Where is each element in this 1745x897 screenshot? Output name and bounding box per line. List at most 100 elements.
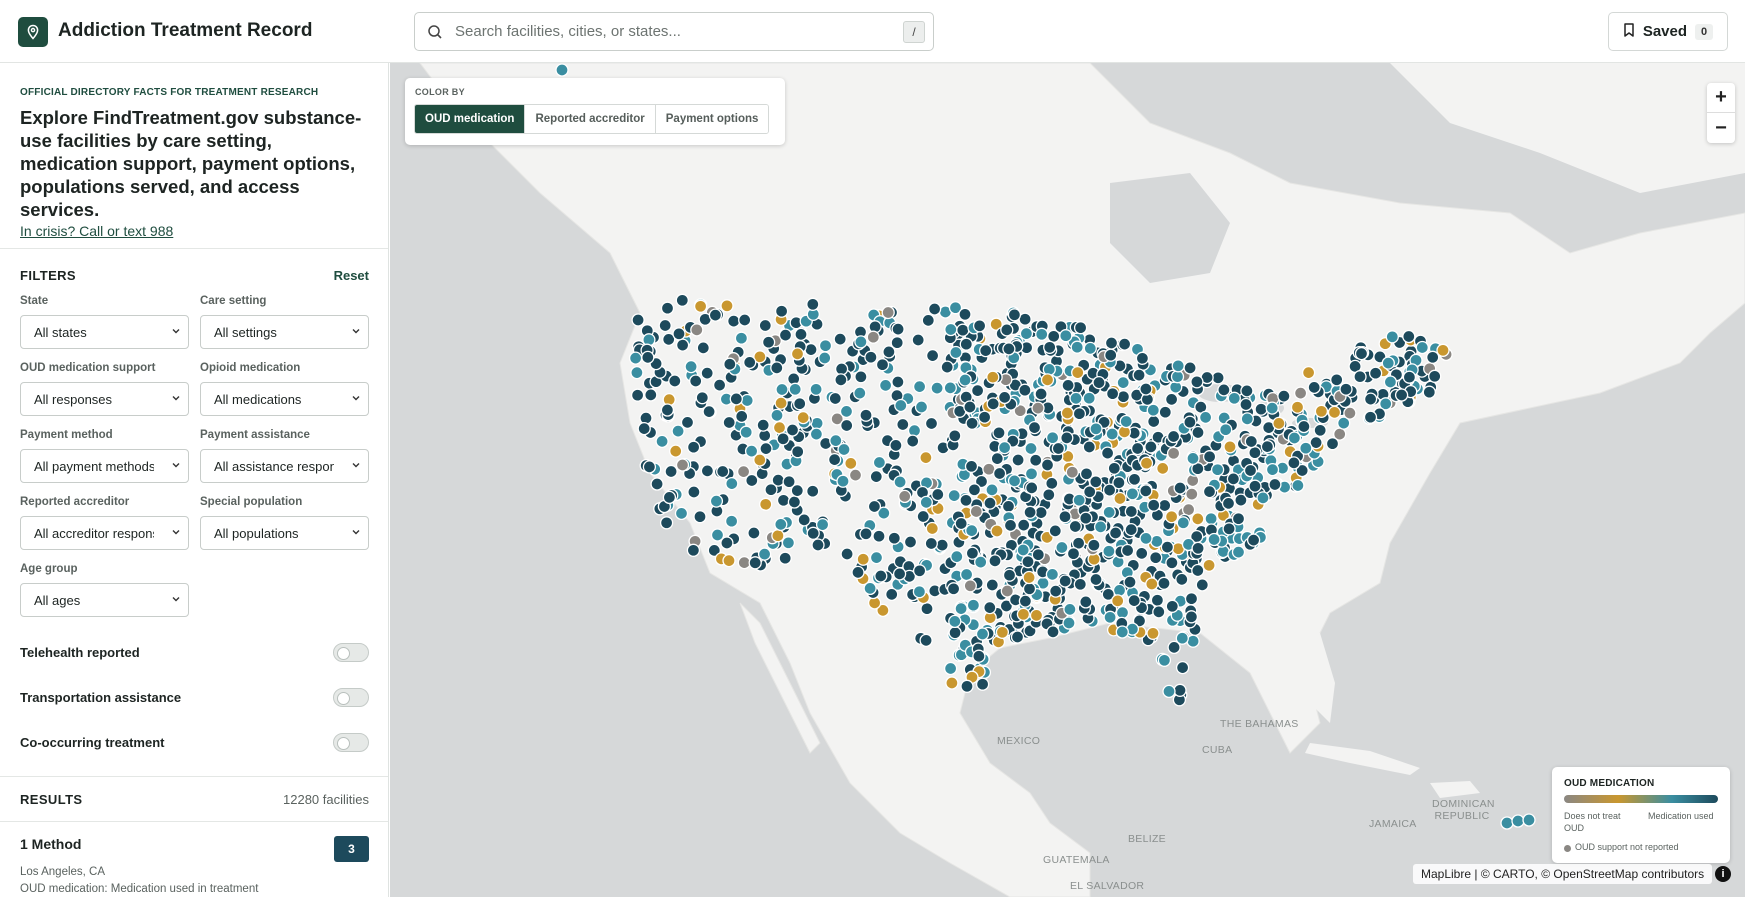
facility-point[interactable] (1055, 540, 1069, 555)
facility-point[interactable] (776, 432, 790, 446)
facility-point[interactable] (1256, 491, 1270, 505)
facility-point[interactable] (1089, 475, 1103, 489)
facility-point[interactable] (1072, 493, 1086, 507)
facility-point[interactable] (954, 601, 968, 616)
facility-point[interactable] (659, 516, 674, 530)
facility-point[interactable] (736, 464, 751, 479)
facility-point[interactable] (956, 323, 970, 337)
facility-point[interactable] (1164, 392, 1179, 407)
facility-point[interactable] (925, 348, 940, 363)
zoom-in-button[interactable]: + (1707, 83, 1735, 113)
facility-point[interactable] (668, 374, 682, 388)
facility-point[interactable] (710, 528, 725, 542)
facility-point[interactable] (1222, 522, 1236, 536)
facility-point[interactable] (924, 536, 938, 551)
facility-point[interactable] (1051, 441, 1066, 456)
facility-point[interactable] (1287, 456, 1301, 470)
facility-point[interactable] (1173, 683, 1187, 697)
facility-point[interactable] (1002, 568, 1017, 582)
facility-point[interactable] (848, 468, 863, 482)
facility-point[interactable] (869, 469, 883, 484)
facility-point[interactable] (948, 626, 962, 640)
facility-point[interactable] (893, 475, 907, 489)
facility-point[interactable] (892, 567, 907, 581)
facility-point[interactable] (740, 393, 754, 408)
facility-point[interactable] (1363, 392, 1378, 406)
facility-point[interactable] (1060, 406, 1075, 420)
facility-point[interactable] (1268, 477, 1282, 492)
facility-point[interactable] (1079, 595, 1093, 609)
facility-point[interactable] (1327, 405, 1342, 420)
facility-point[interactable] (1402, 370, 1417, 384)
facility-point[interactable] (891, 375, 905, 389)
facility-point[interactable] (1010, 630, 1025, 644)
facility-point[interactable] (949, 345, 963, 360)
facility-point[interactable] (1021, 555, 1035, 569)
facility-point[interactable] (894, 398, 908, 413)
facility-point[interactable] (1290, 400, 1305, 414)
facility-point[interactable] (797, 513, 811, 527)
facility-point[interactable] (1107, 461, 1121, 475)
facility-point[interactable] (992, 466, 1007, 481)
facility-point[interactable] (834, 362, 849, 376)
facility-point[interactable] (1221, 496, 1236, 511)
facility-point[interactable] (966, 598, 981, 612)
facility-point[interactable] (1426, 350, 1440, 364)
reset-filters-button[interactable]: Reset (334, 268, 369, 283)
facility-point[interactable] (1165, 556, 1179, 570)
facility-point[interactable] (851, 565, 865, 580)
zoom-out-button[interactable]: − (1707, 113, 1735, 143)
facility-point[interactable] (753, 453, 767, 467)
facility-point[interactable] (1040, 373, 1055, 387)
facility-point[interactable] (778, 328, 793, 342)
facility-point[interactable] (1149, 551, 1163, 565)
facility-point[interactable] (747, 526, 761, 540)
facility-point[interactable] (1330, 373, 1344, 387)
facility-point[interactable] (787, 495, 802, 509)
facility-point[interactable] (1207, 532, 1221, 547)
care-setting-select[interactable]: All settings (200, 315, 369, 349)
facility-point[interactable] (1111, 594, 1125, 608)
facility-point[interactable] (1070, 340, 1084, 354)
facility-point[interactable] (1045, 476, 1059, 491)
facility-point[interactable] (722, 553, 736, 568)
facility-point[interactable] (722, 415, 736, 430)
facility-point[interactable] (919, 495, 933, 510)
facility-point[interactable] (1105, 387, 1120, 401)
facility-point[interactable] (1191, 541, 1205, 555)
facility-point[interactable] (809, 382, 823, 396)
facility-point[interactable] (1191, 563, 1205, 578)
facility-point[interactable] (712, 378, 727, 392)
facility-point[interactable] (641, 350, 655, 365)
facility-point[interactable] (664, 464, 678, 479)
facility-point[interactable] (1500, 816, 1514, 830)
facility-point[interactable] (700, 366, 714, 380)
facility-point[interactable] (1116, 375, 1130, 390)
facility-point[interactable] (828, 391, 842, 406)
facility-point[interactable] (809, 427, 824, 441)
facility-point[interactable] (1087, 538, 1101, 552)
facility-point[interactable] (1175, 660, 1190, 675)
facility-point[interactable] (1018, 383, 1032, 397)
facility-point[interactable] (947, 488, 961, 503)
facility-point[interactable] (916, 509, 930, 524)
facility-point[interactable] (1186, 634, 1200, 648)
special-population-select[interactable]: All populations (200, 516, 369, 550)
facility-point[interactable] (885, 587, 899, 602)
payment-assistance-select[interactable]: All assistance responses (200, 449, 369, 483)
facility-point[interactable] (965, 523, 979, 538)
state-select[interactable]: All states (20, 315, 189, 349)
facility-point[interactable] (630, 365, 644, 380)
facility-point[interactable] (1190, 375, 1204, 389)
facility-point[interactable] (1248, 446, 1262, 460)
facility-point[interactable] (1120, 543, 1135, 558)
facility-point[interactable] (1019, 326, 1034, 341)
facility-point[interactable] (859, 408, 873, 422)
facility-point[interactable] (1083, 341, 1097, 356)
facility-point[interactable] (919, 633, 933, 648)
facility-point[interactable] (1066, 547, 1081, 561)
color-by-oud-medication[interactable]: OUD medication (415, 105, 526, 133)
facility-point[interactable] (1157, 653, 1172, 667)
facility-point[interactable] (840, 418, 854, 433)
facility-point[interactable] (1368, 366, 1383, 380)
